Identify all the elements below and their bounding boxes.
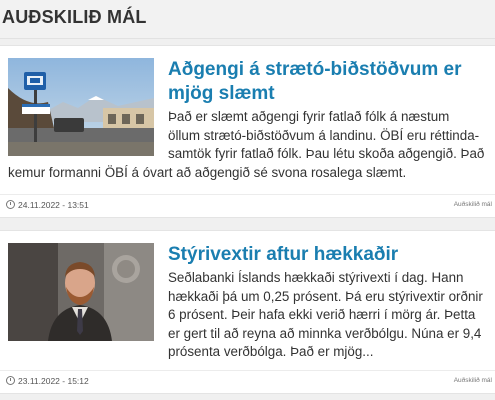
article-footer: 23.11.2022 - 15:12 Auðskilið mál — [0, 370, 495, 393]
section-header: AUÐSKILIÐ MÁL — [0, 0, 495, 39]
article-category-link[interactable]: Auðskilið mál — [454, 201, 492, 208]
article-category-link[interactable]: Auðskilið mál — [454, 377, 492, 384]
clock-icon — [6, 376, 15, 385]
article-card[interactable]: Aðgengi á strætó-biðstöðvum er mjög slæm… — [0, 45, 495, 218]
article-date-text: 23.11.2022 - 15:12 — [18, 376, 89, 386]
article-date-text: 24.11.2022 - 13:51 — [18, 200, 89, 210]
article-text: Stýrivextir aftur hækkaðir Seðlabanki Ís… — [8, 243, 485, 362]
clock-icon — [6, 200, 15, 209]
article-date: 24.11.2022 - 13:51 — [6, 200, 89, 210]
article-card[interactable]: Stýrivextir aftur hækkaðir Seðlabanki Ís… — [0, 230, 495, 394]
article-text: Aðgengi á strætó-biðstöðvum er mjög slæm… — [8, 58, 485, 182]
article-footer: 24.11.2022 - 13:51 Auðskilið mál — [0, 194, 495, 217]
article-date: 23.11.2022 - 15:12 — [6, 376, 89, 386]
section-title: AUÐSKILIÐ MÁL — [2, 7, 147, 27]
